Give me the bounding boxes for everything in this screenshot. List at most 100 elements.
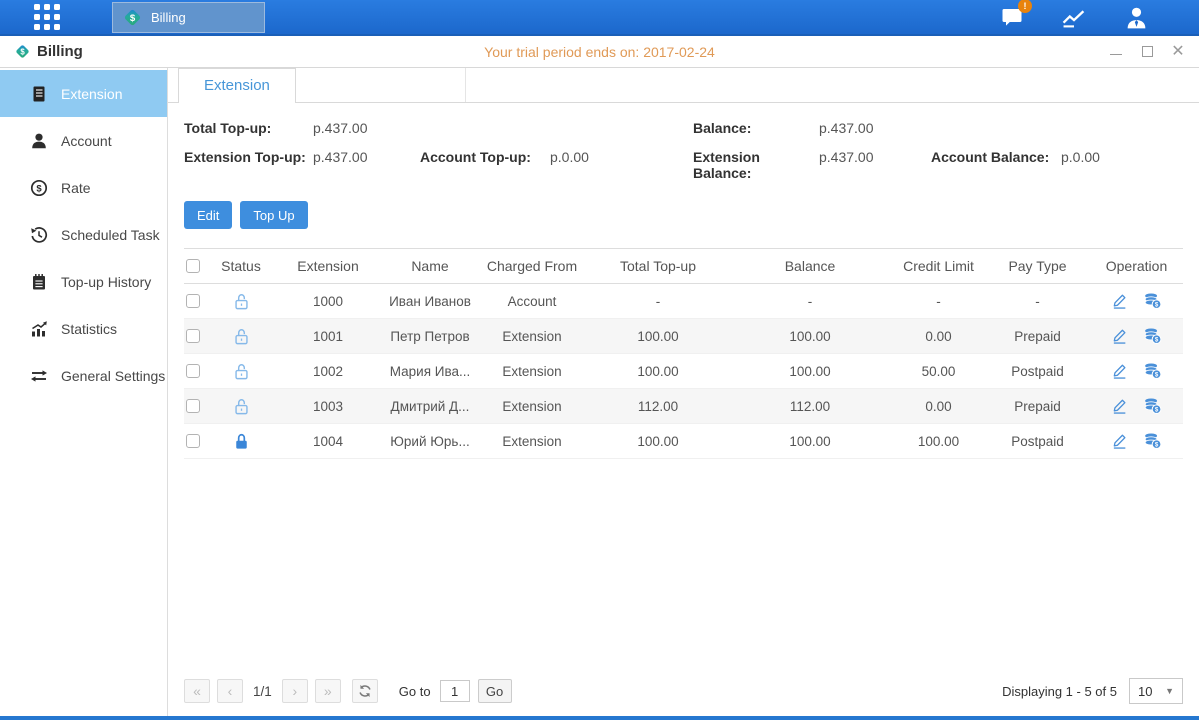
header-extension: Extension — [272, 258, 384, 274]
refresh-button[interactable] — [352, 679, 378, 703]
next-page-button[interactable]: › — [282, 679, 308, 703]
edit-button[interactable]: Edit — [184, 201, 232, 229]
sidebar-item-general-settings[interactable]: General Settings — [0, 352, 167, 399]
topup-row-icon[interactable]: $ — [1143, 363, 1162, 379]
maximize-button[interactable] — [1140, 45, 1154, 59]
go-button[interactable]: Go — [478, 679, 512, 703]
header-pay-type: Pay Type — [985, 258, 1090, 274]
table-body: 1000 Иван Иванов Account - - - - $ — [184, 284, 1183, 459]
svg-text:$: $ — [1155, 406, 1159, 413]
edit-row-icon[interactable] — [1111, 328, 1128, 344]
billing-window-icon: $ — [14, 43, 31, 60]
cell-balance: 112.00 — [728, 399, 892, 414]
clock-history-icon — [30, 226, 48, 244]
cell-extension: 1002 — [272, 364, 384, 379]
row-checkbox[interactable] — [186, 364, 200, 378]
total-topup-value: p.437.00 — [313, 120, 368, 136]
sidebar-item-rate[interactable]: $ Rate — [0, 164, 167, 211]
cell-pay-type: Postpaid — [985, 364, 1090, 379]
close-button[interactable]: ✕ — [1171, 45, 1185, 59]
topup-row-icon[interactable]: $ — [1143, 433, 1162, 449]
cell-credit-limit: 0.00 — [892, 329, 985, 344]
topup-row-icon[interactable]: $ — [1143, 293, 1162, 309]
svg-text:$: $ — [1155, 441, 1159, 448]
goto-label: Go to — [399, 684, 431, 699]
refresh-icon — [358, 684, 372, 698]
edit-row-icon[interactable] — [1111, 398, 1128, 414]
app-tab-label: Billing — [151, 10, 186, 25]
sidebar-item-label: Top-up History — [61, 274, 151, 290]
statistics-chart-icon — [30, 320, 48, 338]
cell-pay-type: Postpaid — [985, 434, 1090, 449]
cell-extension: 1001 — [272, 329, 384, 344]
edit-row-icon[interactable] — [1111, 363, 1128, 379]
header-operation: Operation — [1090, 258, 1183, 274]
window-titlebar: $ Billing Your trial period ends on: 201… — [0, 36, 1199, 68]
cell-total-topup: 100.00 — [588, 434, 728, 449]
cell-name: Дмитрий Д... — [384, 399, 476, 414]
cell-credit-limit: 100.00 — [892, 434, 985, 449]
top-up-button[interactable]: Top Up — [240, 201, 307, 229]
select-all-checkbox[interactable] — [186, 259, 200, 273]
row-checkbox[interactable] — [186, 399, 200, 413]
notification-badge: ! — [1018, 0, 1032, 13]
sidebar-item-scheduled-task[interactable]: Scheduled Task — [0, 211, 167, 258]
cell-name: Иван Иванов — [384, 294, 476, 309]
header-balance: Balance — [728, 258, 892, 274]
displaying-text: Displaying 1 - 5 of 5 — [1002, 684, 1117, 699]
tab-extension[interactable]: Extension — [178, 68, 296, 103]
edit-row-icon[interactable] — [1111, 433, 1128, 449]
window-bottom-border — [0, 716, 1199, 720]
goto-page-input[interactable] — [440, 680, 470, 702]
sidebar-item-extension[interactable]: Extension — [0, 70, 167, 117]
status-unlocked-icon — [234, 398, 249, 415]
sidebar-item-topup-history[interactable]: Top-up History — [0, 258, 167, 305]
apps-grid-icon[interactable] — [34, 4, 60, 30]
page-size-dropdown[interactable]: 10 ▼ — [1129, 678, 1183, 704]
row-checkbox[interactable] — [186, 329, 200, 343]
cell-balance: 100.00 — [728, 364, 892, 379]
cell-total-topup: 100.00 — [588, 329, 728, 344]
edit-row-icon[interactable] — [1111, 293, 1128, 309]
cell-charged-from: Extension — [476, 434, 588, 449]
table-row: 1000 Иван Иванов Account - - - - $ — [184, 284, 1183, 319]
tab-strip: Extension — [168, 68, 1199, 103]
prev-page-button[interactable]: ‹ — [217, 679, 243, 703]
account-balance-value: p.0.00 — [1061, 149, 1100, 181]
notebook-icon — [30, 273, 48, 291]
extension-ledger-icon — [30, 85, 48, 103]
row-checkbox[interactable] — [186, 294, 200, 308]
sidebar-item-label: Scheduled Task — [61, 227, 160, 243]
svg-text:$: $ — [130, 13, 136, 24]
tab-spacer — [296, 68, 466, 102]
messages-icon[interactable]: ! — [999, 5, 1025, 29]
cell-total-topup: 112.00 — [588, 399, 728, 414]
sidebar-item-account[interactable]: Account — [0, 117, 167, 164]
cell-name: Юрий Юрь... — [384, 434, 476, 449]
cell-charged-from: Extension — [476, 329, 588, 344]
sidebar-item-label: Account — [61, 133, 112, 149]
topup-row-icon[interactable]: $ — [1143, 328, 1162, 344]
minimize-button[interactable] — [1109, 45, 1123, 59]
cell-credit-limit: 0.00 — [892, 399, 985, 414]
extension-table: Status Extension Name Charged From Total… — [184, 248, 1183, 459]
first-page-button[interactable]: « — [184, 679, 210, 703]
page-indicator: 1/1 — [253, 684, 272, 699]
app-tab-billing[interactable]: $ Billing — [112, 2, 265, 33]
window-title: Billing — [37, 43, 83, 60]
last-page-button[interactable]: » — [315, 679, 341, 703]
topup-row-icon[interactable]: $ — [1143, 398, 1162, 414]
extension-balance-value: p.437.00 — [819, 149, 931, 181]
topbar: $ Billing ! — [0, 0, 1199, 36]
reports-chart-icon[interactable] — [1061, 5, 1087, 29]
cell-total-topup: 100.00 — [588, 364, 728, 379]
header-total-topup: Total Top-up — [588, 258, 728, 274]
sidebar-item-statistics[interactable]: Statistics — [0, 305, 167, 352]
main-panel: Extension Total Top-up: p.437.00 Balance… — [168, 68, 1199, 716]
header-name: Name — [384, 258, 476, 274]
row-checkbox[interactable] — [186, 434, 200, 448]
table-row: 1003 Дмитрий Д... Extension 112.00 112.0… — [184, 389, 1183, 424]
user-account-icon[interactable] — [1123, 5, 1149, 29]
account-topup-label: Account Top-up: — [420, 149, 550, 165]
header-charged-from: Charged From — [476, 258, 588, 274]
